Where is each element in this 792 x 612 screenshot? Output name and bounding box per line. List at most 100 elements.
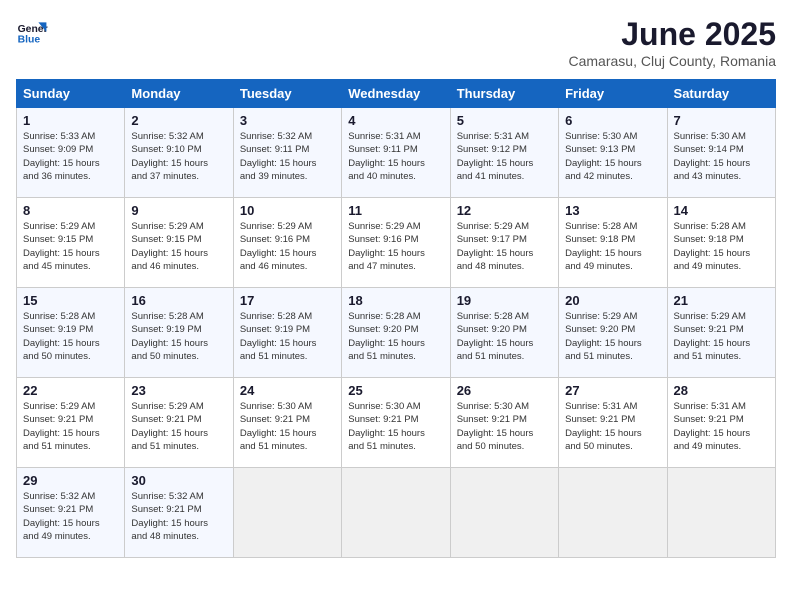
day-info: Sunrise: 5:30 AM Sunset: 9:21 PM Dayligh… bbox=[457, 400, 552, 453]
header-wednesday: Wednesday bbox=[342, 80, 450, 108]
day-number: 26 bbox=[457, 383, 552, 398]
day-info: Sunrise: 5:30 AM Sunset: 9:21 PM Dayligh… bbox=[240, 400, 335, 453]
day-number: 27 bbox=[565, 383, 660, 398]
calendar-subtitle: Camarasu, Cluj County, Romania bbox=[569, 53, 777, 69]
calendar-week-5: 29 Sunrise: 5:32 AM Sunset: 9:21 PM Dayli… bbox=[17, 468, 776, 558]
table-row bbox=[450, 468, 558, 558]
table-row bbox=[559, 468, 667, 558]
table-row: 23 Sunrise: 5:29 AM Sunset: 9:21 PM Dayli… bbox=[125, 378, 233, 468]
table-row: 21 Sunrise: 5:29 AM Sunset: 9:21 PM Dayli… bbox=[667, 288, 775, 378]
header-tuesday: Tuesday bbox=[233, 80, 341, 108]
table-row: 25Sunrise: 5:30 AM Sunset: 9:21 PM Dayli… bbox=[342, 378, 450, 468]
day-number: 19 bbox=[457, 293, 552, 308]
day-info: Sunrise: 5:28 AM Sunset: 9:19 PM Dayligh… bbox=[23, 310, 118, 363]
day-number: 30 bbox=[131, 473, 226, 488]
day-number: 24 bbox=[240, 383, 335, 398]
day-number: 17 bbox=[240, 293, 335, 308]
day-number: 12 bbox=[457, 203, 552, 218]
day-info: Sunrise: 5:29 AM Sunset: 9:16 PM Dayligh… bbox=[348, 220, 443, 273]
day-number: 22 bbox=[23, 383, 118, 398]
day-number: 3 bbox=[240, 113, 335, 128]
day-info: Sunrise: 5:28 AM Sunset: 9:18 PM Dayligh… bbox=[565, 220, 660, 273]
day-info: Sunrise: 5:28 AM Sunset: 9:19 PM Dayligh… bbox=[131, 310, 226, 363]
day-info: Sunrise: 5:28 AM Sunset: 9:20 PM Dayligh… bbox=[457, 310, 552, 363]
table-row: 19 Sunrise: 5:28 AM Sunset: 9:20 PM Dayli… bbox=[450, 288, 558, 378]
table-row: 15 Sunrise: 5:28 AM Sunset: 9:19 PM Dayli… bbox=[17, 288, 125, 378]
header-sunday: Sunday bbox=[17, 80, 125, 108]
header-thursday: Thursday bbox=[450, 80, 558, 108]
day-info: Sunrise: 5:30 AM Sunset: 9:14 PM Dayligh… bbox=[674, 130, 769, 183]
day-number: 13 bbox=[565, 203, 660, 218]
table-row: 5Sunrise: 5:31 AM Sunset: 9:12 PM Daylig… bbox=[450, 108, 558, 198]
day-number: 7 bbox=[674, 113, 769, 128]
table-row: 13 Sunrise: 5:28 AM Sunset: 9:18 PM Dayli… bbox=[559, 198, 667, 288]
table-row: 2Sunrise: 5:32 AM Sunset: 9:10 PM Daylig… bbox=[125, 108, 233, 198]
day-number: 4 bbox=[348, 113, 443, 128]
table-row: 7 Sunrise: 5:30 AM Sunset: 9:14 PM Daylig… bbox=[667, 108, 775, 198]
table-row: 30 Sunrise: 5:32 AM Sunset: 9:21 PM Dayli… bbox=[125, 468, 233, 558]
logo-icon: General Blue bbox=[16, 16, 48, 48]
day-info: Sunrise: 5:31 AM Sunset: 9:12 PM Dayligh… bbox=[457, 130, 552, 183]
calendar-week-3: 15 Sunrise: 5:28 AM Sunset: 9:19 PM Dayli… bbox=[17, 288, 776, 378]
calendar-title: June 2025 bbox=[569, 16, 777, 53]
table-row: 26 Sunrise: 5:30 AM Sunset: 9:21 PM Dayli… bbox=[450, 378, 558, 468]
table-row: 9 Sunrise: 5:29 AM Sunset: 9:15 PM Daylig… bbox=[125, 198, 233, 288]
header-friday: Friday bbox=[559, 80, 667, 108]
table-row bbox=[342, 468, 450, 558]
day-info: Sunrise: 5:31 AM Sunset: 9:11 PM Dayligh… bbox=[348, 130, 443, 183]
table-row: 3 Sunrise: 5:32 AM Sunset: 9:11 PM Daylig… bbox=[233, 108, 341, 198]
day-number: 28 bbox=[674, 383, 769, 398]
table-row: 20 Sunrise: 5:29 AM Sunset: 9:20 PM Dayli… bbox=[559, 288, 667, 378]
day-info: Sunrise: 5:32 AM Sunset: 9:21 PM Dayligh… bbox=[23, 490, 118, 543]
table-row: 16 Sunrise: 5:28 AM Sunset: 9:19 PM Dayli… bbox=[125, 288, 233, 378]
day-number: 16 bbox=[131, 293, 226, 308]
header-monday: Monday bbox=[125, 80, 233, 108]
calendar-week-4: 22 Sunrise: 5:29 AM Sunset: 9:21 PM Dayli… bbox=[17, 378, 776, 468]
table-row: 29 Sunrise: 5:32 AM Sunset: 9:21 PM Dayli… bbox=[17, 468, 125, 558]
day-number: 15 bbox=[23, 293, 118, 308]
day-info: Sunrise: 5:32 AM Sunset: 9:11 PM Dayligh… bbox=[240, 130, 335, 183]
header-row: SundayMondayTuesdayWednesdayThursdayFrid… bbox=[17, 80, 776, 108]
table-row: 11 Sunrise: 5:29 AM Sunset: 9:16 PM Dayli… bbox=[342, 198, 450, 288]
table-row bbox=[233, 468, 341, 558]
day-info: Sunrise: 5:29 AM Sunset: 9:17 PM Dayligh… bbox=[457, 220, 552, 273]
day-number: 23 bbox=[131, 383, 226, 398]
table-row: 8Sunrise: 5:29 AM Sunset: 9:15 PM Daylig… bbox=[17, 198, 125, 288]
day-number: 29 bbox=[23, 473, 118, 488]
day-info: Sunrise: 5:29 AM Sunset: 9:21 PM Dayligh… bbox=[131, 400, 226, 453]
calendar-week-2: 8 Sunrise: 5:29 AM Sunset: 9:15 PM Daylig… bbox=[17, 198, 776, 288]
table-row: 1Sunrise: 5:33 AM Sunset: 9:09 PM Daylig… bbox=[17, 108, 125, 198]
day-info: Sunrise: 5:29 AM Sunset: 9:20 PM Dayligh… bbox=[565, 310, 660, 363]
day-info: Sunrise: 5:32 AM Sunset: 9:21 PM Dayligh… bbox=[131, 490, 226, 543]
day-number: 21 bbox=[674, 293, 769, 308]
day-info: Sunrise: 5:29 AM Sunset: 9:21 PM Dayligh… bbox=[23, 400, 118, 453]
table-row: 17 Sunrise: 5:28 AM Sunset: 9:19 PM Dayli… bbox=[233, 288, 341, 378]
day-info: Sunrise: 5:28 AM Sunset: 9:19 PM Dayligh… bbox=[240, 310, 335, 363]
day-info: Sunrise: 5:29 AM Sunset: 9:21 PM Dayligh… bbox=[674, 310, 769, 363]
day-info: Sunrise: 5:29 AM Sunset: 9:16 PM Dayligh… bbox=[240, 220, 335, 273]
day-number: 8 bbox=[23, 203, 118, 218]
table-row bbox=[667, 468, 775, 558]
day-number: 18 bbox=[348, 293, 443, 308]
day-info: Sunrise: 5:30 AM Sunset: 9:13 PM Dayligh… bbox=[565, 130, 660, 183]
day-number: 20 bbox=[565, 293, 660, 308]
table-row: 12 Sunrise: 5:29 AM Sunset: 9:17 PM Dayli… bbox=[450, 198, 558, 288]
logo: General Blue bbox=[16, 16, 48, 48]
table-row: 18Sunrise: 5:28 AM Sunset: 9:20 PM Dayli… bbox=[342, 288, 450, 378]
table-row: 4 Sunrise: 5:31 AM Sunset: 9:11 PM Daylig… bbox=[342, 108, 450, 198]
day-number: 25 bbox=[348, 383, 443, 398]
day-info: Sunrise: 5:29 AM Sunset: 9:15 PM Dayligh… bbox=[131, 220, 226, 273]
table-row: 10Sunrise: 5:29 AM Sunset: 9:16 PM Dayli… bbox=[233, 198, 341, 288]
day-info: Sunrise: 5:32 AM Sunset: 9:10 PM Dayligh… bbox=[131, 130, 226, 183]
day-info: Sunrise: 5:28 AM Sunset: 9:18 PM Dayligh… bbox=[674, 220, 769, 273]
day-number: 11 bbox=[348, 203, 443, 218]
svg-text:Blue: Blue bbox=[18, 34, 41, 45]
day-number: 14 bbox=[674, 203, 769, 218]
title-area: June 2025 Camarasu, Cluj County, Romania bbox=[569, 16, 777, 69]
table-row: 6Sunrise: 5:30 AM Sunset: 9:13 PM Daylig… bbox=[559, 108, 667, 198]
day-number: 9 bbox=[131, 203, 226, 218]
day-number: 1 bbox=[23, 113, 118, 128]
header-saturday: Saturday bbox=[667, 80, 775, 108]
table-row: 14 Sunrise: 5:28 AM Sunset: 9:18 PM Dayli… bbox=[667, 198, 775, 288]
table-row: 24 Sunrise: 5:30 AM Sunset: 9:21 PM Dayli… bbox=[233, 378, 341, 468]
